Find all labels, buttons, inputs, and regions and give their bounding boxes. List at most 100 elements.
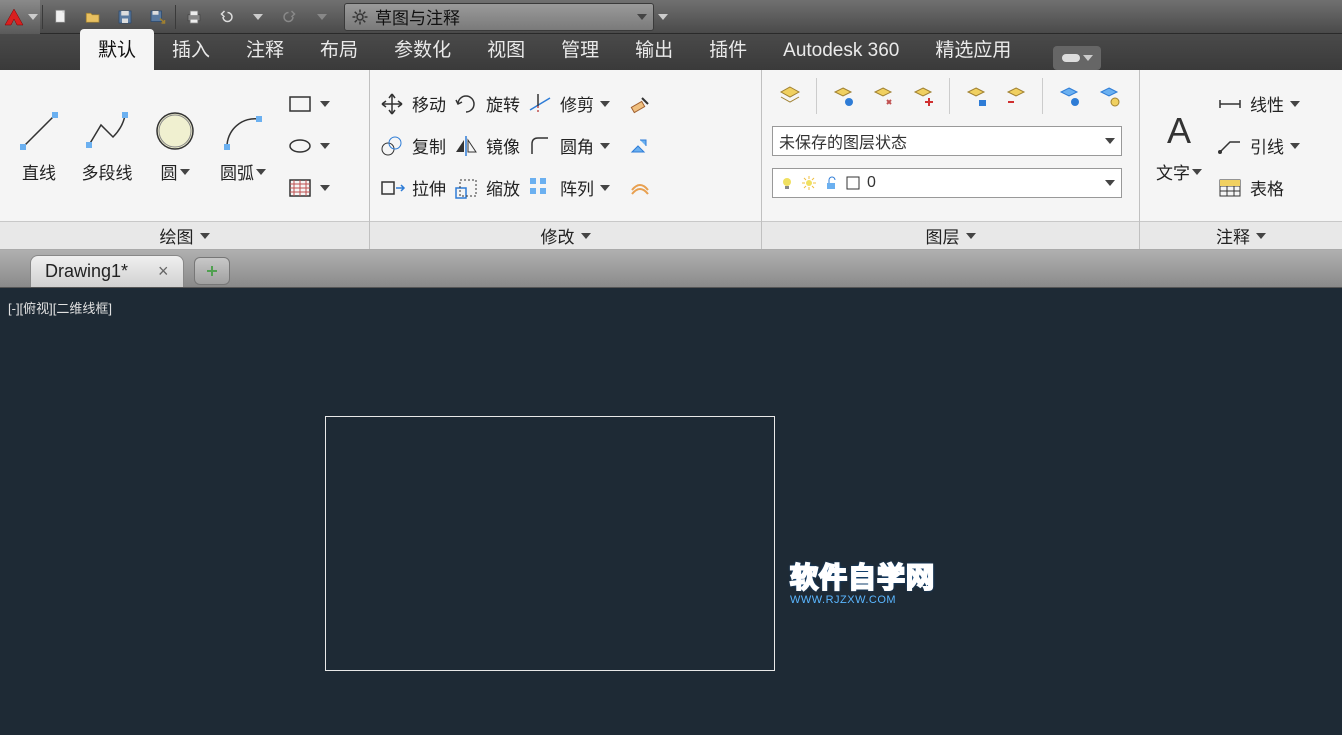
circle-button[interactable]: 圆 [144,76,206,215]
undo-dropdown[interactable] [242,2,274,32]
drawn-rectangle [325,416,775,671]
tab-insert[interactable]: 插入 [154,29,228,70]
save-icon[interactable] [109,2,141,32]
layer-lock-button[interactable] [958,78,994,114]
offset-icon [628,176,652,200]
layer-match-icon [1004,84,1028,108]
rectangle-button[interactable] [286,86,330,122]
workspace-label: 草图与注释 [375,4,460,29]
dim-linear-button[interactable]: 线性 [1216,86,1300,122]
tab-output[interactable]: 输出 [617,29,691,70]
tab-default[interactable]: 默认 [80,29,154,70]
qat-overflow-icon[interactable] [654,2,672,32]
open-file-icon[interactable] [77,2,109,32]
layer-off-icon [831,84,855,108]
tab-view[interactable]: 视图 [469,29,543,70]
panel-draw: 直线 多段线 圆 圆弧 绘图 [0,70,370,249]
line-label: 直线 [22,159,56,184]
panel-annotation-title[interactable]: 注释 [1140,221,1342,249]
document-tab[interactable]: Drawing1* × [30,255,184,287]
fillet-icon [526,132,554,160]
layer-properties-button[interactable] [772,78,808,114]
hatch-button[interactable] [286,170,330,206]
layer-isolate-icon [871,84,895,108]
redo-icon[interactable] [274,2,306,32]
new-tab-button[interactable] [194,257,230,285]
bulb-on-icon [779,175,795,191]
fillet-button[interactable]: 圆角 [526,128,610,164]
save-as-icon[interactable] [141,2,173,32]
layer-match-button[interactable] [998,78,1034,114]
rotate-button[interactable]: 旋转 [452,86,520,122]
stretch-button[interactable]: 拉伸 [378,170,446,206]
panel-modify-title[interactable]: 修改 [370,221,761,249]
ribbon-minimize[interactable] [1053,46,1101,70]
redo-dropdown[interactable] [306,2,338,32]
layer-freeze-button[interactable] [905,78,941,114]
layer-make-current-button[interactable] [1051,78,1087,114]
copy-button[interactable]: 复制 [378,128,446,164]
line-button[interactable]: 直线 [8,76,70,215]
print-icon[interactable] [178,2,210,32]
arc-button[interactable]: 圆弧 [212,76,274,215]
circle-icon [151,107,199,155]
new-file-icon[interactable] [45,2,77,32]
layer-state-dropdown[interactable]: 未保存的图层状态 [772,126,1122,156]
panel-layer: 未保存的图层状态 0 图层 [762,70,1140,249]
document-tab-label: Drawing1* [45,261,128,282]
sun-icon [801,175,817,191]
layer-current-dropdown[interactable]: 0 [772,168,1122,198]
layer-isolate-button[interactable] [865,78,901,114]
mirror-button[interactable]: 镜像 [452,128,520,164]
plus-icon [204,263,220,279]
close-tab-icon[interactable]: × [158,261,169,282]
drawing-canvas[interactable]: [-][俯视][二维线框] 软件自学网 WWW.RJZXW.COM [0,288,1342,735]
tab-addins[interactable]: 插件 [691,29,765,70]
polyline-button[interactable]: 多段线 [76,76,138,215]
view-label[interactable]: [-][俯视][二维线框] [8,298,112,317]
mirror-icon [452,132,480,160]
explode-button[interactable] [622,128,658,164]
unlock-icon [823,175,839,191]
layer-state-label: 未保存的图层状态 [779,129,907,153]
erase-button[interactable] [622,86,658,122]
tab-annotate[interactable]: 注释 [228,29,302,70]
arc-label: 圆弧 [220,159,266,184]
move-button[interactable]: 移动 [378,86,446,122]
tab-manage[interactable]: 管理 [543,29,617,70]
app-logo-menu[interactable] [0,0,40,34]
leader-icon [1216,132,1244,160]
trim-button[interactable]: 修剪 [526,86,610,122]
undo-icon[interactable] [210,2,242,32]
panel-layer-title[interactable]: 图层 [762,221,1139,249]
tab-layout[interactable]: 布局 [302,29,376,70]
copy-icon [378,132,406,160]
watermark-text: 软件自学网 [790,556,935,596]
erase-icon [628,92,652,116]
layer-lock-icon [964,84,988,108]
gear-icon [351,8,369,26]
layer-previous-button[interactable] [1091,78,1127,114]
hatch-icon [286,174,314,202]
panel-modify: 移动 复制 拉伸 旋转 镜像 缩放 修剪 圆角 阵列 修改 [370,70,762,249]
document-tab-bar: Drawing1* × [0,250,1342,288]
leader-button[interactable]: 引线 [1216,128,1300,164]
ellipse-icon [286,132,314,160]
svg-text:A: A [1167,110,1191,151]
table-button[interactable]: 表格 [1216,170,1300,206]
ellipse-button[interactable] [286,128,330,164]
dim-linear-icon [1216,90,1244,118]
text-button[interactable]: A 文字 [1148,76,1210,215]
workspace-dropdown[interactable]: 草图与注释 [344,3,654,31]
line-icon [15,107,63,155]
panel-draw-title[interactable]: 绘图 [0,221,369,249]
array-button[interactable]: 阵列 [526,170,610,206]
tab-featured[interactable]: 精选应用 [917,29,1029,70]
layer-current-name: 0 [867,174,876,192]
tab-autodesk360[interactable]: Autodesk 360 [765,34,917,70]
tab-parametric[interactable]: 参数化 [376,29,469,70]
scale-button[interactable]: 缩放 [452,170,520,206]
offset-button[interactable] [622,170,658,206]
layer-freeze-icon [911,84,935,108]
layer-off-button[interactable] [825,78,861,114]
